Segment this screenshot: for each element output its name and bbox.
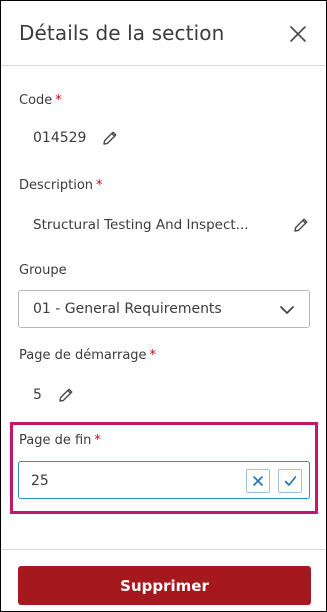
description-label-text: Description: [19, 178, 94, 193]
edit-code-button[interactable]: [100, 128, 120, 148]
chevron-down-icon: [280, 306, 294, 314]
pencil-icon: [59, 388, 73, 402]
code-value-row: 014529: [33, 128, 120, 148]
group-label: Groupe: [19, 263, 67, 278]
start-page-value-row: 5: [33, 385, 76, 405]
end-page-label-text: Page de fin: [19, 433, 92, 448]
start-page-value: 5: [33, 387, 42, 403]
x-icon: [253, 476, 263, 486]
required-mark: *: [96, 178, 103, 193]
cancel-edit-button[interactable]: [246, 469, 270, 493]
end-page-label: Page de fin *: [19, 433, 101, 448]
section-details-panel: Détails de la section Code * 014529 Descr…: [0, 0, 327, 612]
code-label-text: Code: [19, 93, 53, 108]
confirm-edit-button[interactable]: [278, 469, 302, 493]
end-page-input[interactable]: [31, 471, 231, 491]
group-selected-value: 01 - General Requirements: [33, 301, 222, 317]
pencil-icon: [103, 131, 117, 145]
code-label: Code *: [19, 93, 62, 108]
pencil-icon: [294, 218, 308, 232]
edit-description-button[interactable]: [291, 215, 311, 235]
description-label: Description *: [19, 178, 103, 193]
panel-title: Détails de la section: [19, 21, 225, 45]
required-mark: *: [149, 348, 157, 363]
footer-divider: [1, 549, 326, 550]
panel-header: Détails de la section: [1, 1, 326, 66]
group-label-text: Groupe: [19, 263, 67, 278]
close-icon: [290, 26, 306, 42]
code-value: 014529: [33, 130, 87, 146]
group-select[interactable]: 01 - General Requirements: [18, 290, 310, 328]
edit-start-page-button[interactable]: [56, 385, 76, 405]
description-value-row: Structural Testing And Inspect...: [33, 215, 311, 235]
delete-button[interactable]: Supprimer: [18, 566, 311, 605]
description-value: Structural Testing And Inspect...: [33, 217, 249, 233]
start-page-label-text: Page de démarrage: [19, 348, 147, 363]
start-page-label: Page de démarrage *: [19, 348, 156, 363]
check-icon: [284, 476, 296, 486]
required-mark: *: [55, 93, 62, 108]
required-mark: *: [94, 433, 101, 448]
close-button[interactable]: [285, 21, 311, 47]
end-page-field: [18, 461, 310, 499]
